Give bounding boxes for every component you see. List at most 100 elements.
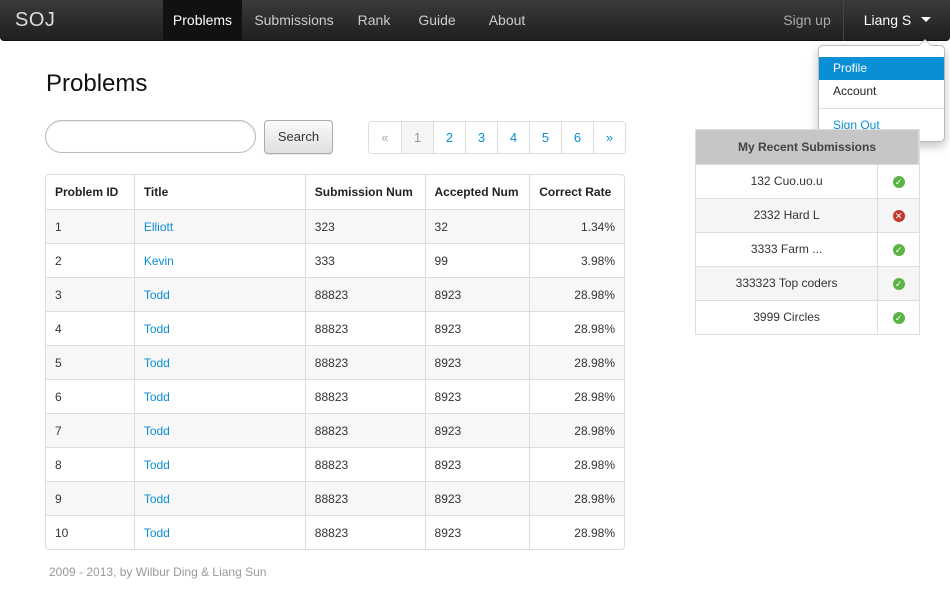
user-menu-toggle[interactable]: Liang S: [845, 0, 950, 41]
recent-submission-name[interactable]: 2332 Hard L: [696, 199, 879, 232]
cell-correct-rate: 28.98%: [529, 379, 624, 413]
cell-accepted-num: 8923: [424, 277, 530, 311]
table-row: 5 Todd 88823 8923 28.98%: [46, 345, 624, 379]
table-row: 9 Todd 88823 8923 28.98%: [46, 481, 624, 515]
pagination-next[interactable]: »: [593, 122, 625, 153]
header-submission-num[interactable]: Submission Num: [304, 175, 425, 209]
cell-submission-num: 88823: [304, 379, 425, 413]
cell-problem-id: 7: [46, 413, 134, 447]
cell-problem-id: 9: [46, 481, 134, 515]
user-name: Liang S: [863, 12, 912, 28]
recent-submissions-panel: My Recent Submissions 132 Cuo.uo.u ✓ 2332 …: [695, 129, 920, 335]
cell-problem-id: 6: [46, 379, 134, 413]
cell-problem-id: 1: [46, 209, 134, 243]
cell-problem-id: 10: [46, 515, 134, 549]
cell-title: Todd: [133, 481, 305, 515]
nav-submissions[interactable]: Submissions: [242, 0, 346, 41]
recent-submission-name[interactable]: 3333 Farm ...: [696, 233, 879, 266]
cell-correct-rate: 28.98%: [529, 515, 624, 549]
menu-item-account[interactable]: Account: [819, 80, 944, 103]
nav-about[interactable]: About: [472, 0, 542, 41]
cell-accepted-num: 8923: [424, 515, 530, 549]
caret-down-icon: [921, 17, 932, 23]
pagination-page-6[interactable]: 6: [561, 122, 593, 153]
recent-submission-row[interactable]: 3333 Farm ... ✓: [696, 232, 919, 266]
table-row: 1 Elliott 323 32 1.34%: [46, 209, 624, 243]
cell-correct-rate: 28.98%: [529, 311, 624, 345]
cell-problem-id: 4: [46, 311, 134, 345]
cell-submission-num: 88823: [304, 481, 425, 515]
table-header-row: Problem ID Title Submission Num Accepted…: [46, 175, 624, 209]
footer-credits: 2009 - 2013, by Wilbur Ding & Liang Sun: [49, 565, 267, 579]
table-row: 10 Todd 88823 8923 28.98%: [46, 515, 624, 549]
cell-problem-id: 3: [46, 277, 134, 311]
nav-signup[interactable]: Sign up: [772, 0, 842, 41]
problem-title-link[interactable]: Todd: [144, 424, 170, 438]
recent-submission-name[interactable]: 3999 Circles: [696, 301, 879, 334]
cell-title: Todd: [133, 311, 305, 345]
cell-title: Todd: [133, 447, 305, 481]
header-correct-rate[interactable]: Correct Rate: [529, 175, 624, 209]
problem-title-link[interactable]: Todd: [144, 288, 170, 302]
cell-title: Todd: [133, 345, 305, 379]
menu-item-profile[interactable]: Profile: [819, 57, 944, 80]
pagination-page-1[interactable]: 1: [401, 122, 433, 153]
problem-title-link[interactable]: Todd: [144, 390, 170, 404]
header-problem-id[interactable]: Problem ID: [46, 175, 134, 209]
nav-problems[interactable]: Problems: [163, 0, 242, 41]
problem-title-link[interactable]: Todd: [144, 526, 170, 540]
recent-submission-row[interactable]: 333323 Top coders ✓: [696, 266, 919, 300]
cell-submission-num: 88823: [304, 345, 425, 379]
nav-rank[interactable]: Rank: [346, 0, 402, 41]
cell-problem-id: 5: [46, 345, 134, 379]
problem-title-link[interactable]: Kevin: [144, 254, 174, 268]
problem-title-link[interactable]: Todd: [144, 492, 170, 506]
cell-accepted-num: 99: [424, 243, 530, 277]
problem-title-link[interactable]: Todd: [144, 356, 170, 370]
recent-submission-row[interactable]: 2332 Hard L ✕: [696, 198, 919, 232]
cell-problem-id: 2: [46, 243, 134, 277]
recent-submission-status: ✓: [878, 165, 919, 198]
header-title[interactable]: Title: [133, 175, 305, 209]
pagination: « 1 2 3 4 5 6 »: [368, 121, 626, 154]
check-circle-icon: ✓: [892, 243, 905, 256]
problem-title-link[interactable]: Todd: [144, 458, 170, 472]
nav-divider: [843, 0, 844, 41]
recent-submission-name[interactable]: 333323 Top coders: [696, 267, 879, 300]
cell-accepted-num: 8923: [424, 379, 530, 413]
recent-submission-status: ✓: [878, 301, 919, 334]
pagination-page-5[interactable]: 5: [529, 122, 561, 153]
cell-correct-rate: 28.98%: [529, 345, 624, 379]
cell-submission-num: 88823: [304, 277, 425, 311]
search-button[interactable]: Search: [264, 120, 333, 154]
pagination-page-4[interactable]: 4: [497, 122, 529, 153]
recent-submission-row[interactable]: 3999 Circles ✓: [696, 300, 919, 334]
recent-submission-row[interactable]: 132 Cuo.uo.u ✓: [696, 164, 919, 198]
x-circle-icon: ✕: [892, 209, 905, 222]
cell-title: Kevin: [133, 243, 305, 277]
pagination-prev[interactable]: «: [369, 122, 401, 153]
cell-accepted-num: 8923: [424, 311, 530, 345]
nav-guide[interactable]: Guide: [402, 0, 472, 41]
cell-correct-rate: 28.98%: [529, 481, 624, 515]
table-row: 6 Todd 88823 8923 28.98%: [46, 379, 624, 413]
cell-correct-rate: 28.98%: [529, 447, 624, 481]
table-row: 7 Todd 88823 8923 28.98%: [46, 413, 624, 447]
pagination-page-2[interactable]: 2: [433, 122, 465, 153]
header-accepted-num[interactable]: Accepted Num: [424, 175, 530, 209]
table-row: 8 Todd 88823 8923 28.98%: [46, 447, 624, 481]
cell-accepted-num: 32: [424, 209, 530, 243]
cell-correct-rate: 28.98%: [529, 277, 624, 311]
search-input[interactable]: [45, 120, 256, 153]
recent-submission-name[interactable]: 132 Cuo.uo.u: [696, 165, 879, 198]
user-dropdown-menu: Profile Account Sign Out: [818, 39, 945, 142]
check-circle-icon: ✓: [892, 175, 905, 188]
cell-title: Todd: [133, 515, 305, 549]
cell-submission-num: 333: [304, 243, 425, 277]
recent-submission-status: ✓: [878, 233, 919, 266]
problem-title-link[interactable]: Elliott: [144, 220, 173, 234]
brand-logo[interactable]: SOJ: [15, 9, 55, 32]
cell-title: Todd: [133, 413, 305, 447]
problem-title-link[interactable]: Todd: [144, 322, 170, 336]
pagination-page-3[interactable]: 3: [465, 122, 497, 153]
